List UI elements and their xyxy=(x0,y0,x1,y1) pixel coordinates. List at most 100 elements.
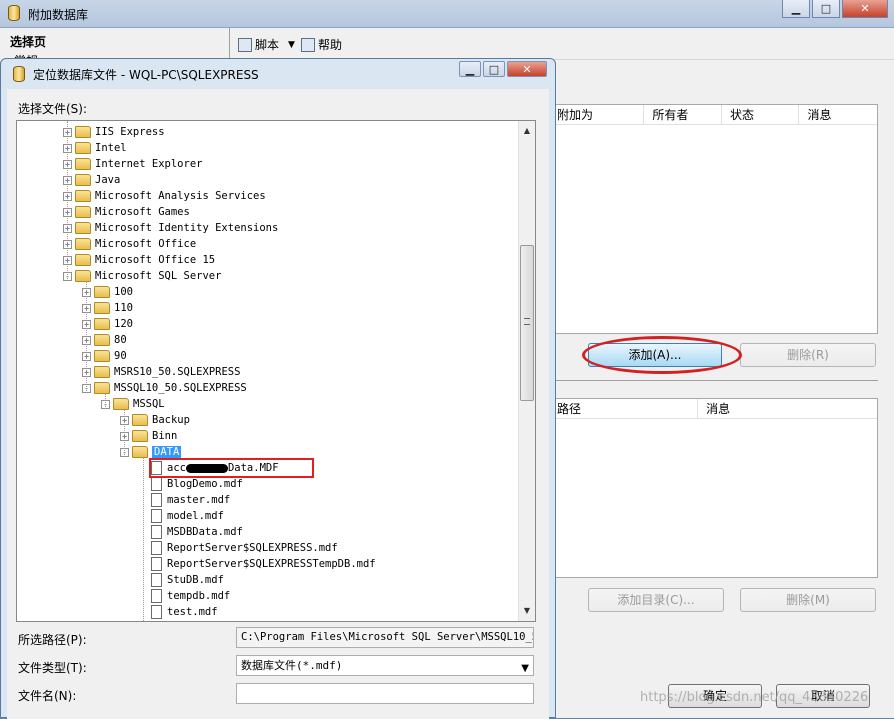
tree-folder-item[interactable]: + Backup xyxy=(120,412,190,428)
file-icon xyxy=(151,557,162,571)
tree-folder-item[interactable]: + Microsoft Games xyxy=(63,204,190,220)
select-page-header: 选择页 xyxy=(10,35,47,49)
tree-folder-item[interactable]: + Microsoft Office 15 xyxy=(63,252,215,268)
separator xyxy=(548,380,878,381)
tree-item-label: MSRS10_50.SQLEXPRESS xyxy=(114,366,241,378)
highlight-rectangle xyxy=(149,458,314,478)
help-button[interactable]: 帮助 xyxy=(300,36,342,53)
folder-icon xyxy=(132,446,148,458)
tree-folder-item[interactable]: + IIS Express xyxy=(63,124,165,140)
remove-button[interactable]: 删除(R) xyxy=(740,343,876,367)
column-path[interactable]: 路径 xyxy=(549,399,699,418)
databases-grid[interactable]: 附加为 所有者 状态 消息 xyxy=(548,104,878,334)
tree-file-item[interactable]: ReportServer$SQLEXPRESSTempDB.mdf xyxy=(139,556,376,572)
tree-item-label: MSDBData.mdf xyxy=(167,526,243,538)
tree-folder-item[interactable]: +90 xyxy=(82,348,127,364)
chevron-down-icon[interactable]: ▼ xyxy=(521,659,529,675)
file-icon xyxy=(151,509,162,523)
tree-item-label: ReportServer$SQLEXPRESS.mdf xyxy=(167,542,338,554)
file-name-input[interactable] xyxy=(236,683,534,704)
column-detail-message[interactable]: 消息 xyxy=(698,399,877,418)
folder-icon xyxy=(75,158,91,170)
tree-folder-item[interactable]: + Microsoft Analysis Services xyxy=(63,188,266,204)
tree-folder-item[interactable]: + Microsoft Office xyxy=(63,236,196,252)
tree-file-item[interactable]: model.mdf xyxy=(139,508,224,524)
script-button[interactable]: 脚本 ▼ xyxy=(238,36,295,53)
scroll-down-arrow[interactable]: ▼ xyxy=(519,603,535,619)
dialog-close-button[interactable]: ✕ xyxy=(507,61,547,77)
tree-folder-item[interactable]: +100 xyxy=(82,284,133,300)
column-status[interactable]: 状态 xyxy=(722,105,800,124)
tree-folder-item[interactable]: +110 xyxy=(82,300,133,316)
tree-item-label: Microsoft Office xyxy=(95,238,197,250)
details-grid[interactable]: 路径 消息 xyxy=(548,398,878,578)
scroll-thumb[interactable] xyxy=(520,245,534,401)
tree-item-label: Microsoft Analysis Services xyxy=(95,190,266,202)
selected-path-label: 所选路径(P): xyxy=(18,633,87,647)
tree-folder-item[interactable]: + MSRS10_50.SQLEXPRESS xyxy=(82,364,240,380)
folder-icon xyxy=(75,270,91,282)
file-icon xyxy=(151,525,162,539)
tree-folder-item[interactable]: - MSSQL xyxy=(101,396,165,412)
tree-scrollbar[interactable]: ▲ ▼ xyxy=(518,121,535,621)
tree-item-label: Binn xyxy=(152,430,178,442)
tree-file-item[interactable]: test.mdf xyxy=(139,604,218,620)
details-grid-header: 路径 消息 xyxy=(549,399,877,419)
database-icon xyxy=(8,5,20,21)
column-owner[interactable]: 所有者 xyxy=(644,105,722,124)
tree-folder-item[interactable]: +120 xyxy=(82,316,133,332)
tree-folder-item[interactable]: + Binn xyxy=(120,428,177,444)
folder-icon xyxy=(75,142,91,154)
watermark: https://blog.csdn.net/qq_43830226 xyxy=(640,690,869,705)
tree-item-label: tempdb.mdf xyxy=(167,590,231,602)
tree-item-label: 100 xyxy=(114,286,133,298)
folder-icon xyxy=(94,382,110,394)
minimize-button[interactable]: ▁ xyxy=(782,0,810,18)
tree-item-label: master.mdf xyxy=(167,494,231,506)
selected-path-field[interactable]: C:\Program Files\Microsoft SQL Server\MS… xyxy=(236,627,534,648)
tree-item-label: Internet Explorer xyxy=(95,158,203,170)
folder-icon xyxy=(94,366,110,378)
tree-file-item[interactable]: master.mdf xyxy=(139,492,230,508)
tree-item-label: Intel xyxy=(95,142,127,154)
tree-item-label: Microsoft Games xyxy=(95,206,190,218)
maximize-button[interactable]: □ xyxy=(812,0,840,18)
folder-icon xyxy=(94,334,110,346)
tree-file-item[interactable]: BlogDemo.mdf xyxy=(139,476,243,492)
script-icon xyxy=(238,37,252,52)
dialog-maximize-button[interactable]: □ xyxy=(483,61,505,77)
tree-folder-item[interactable]: + Microsoft Identity Extensions xyxy=(63,220,278,236)
file-icon xyxy=(151,493,162,507)
help-icon xyxy=(300,37,315,52)
tree-item-label: ReportServer$SQLEXPRESSTempDB.mdf xyxy=(167,558,376,570)
add-catalog-button[interactable]: 添加目录(C)... xyxy=(588,588,724,612)
column-attach-as[interactable]: 附加为 xyxy=(549,105,645,124)
database-icon xyxy=(13,66,25,82)
scroll-up-arrow[interactable]: ▲ xyxy=(519,123,535,139)
folder-icon xyxy=(75,254,91,266)
highlight-ellipse xyxy=(582,336,742,374)
tree-file-item[interactable]: MSDBData.mdf xyxy=(139,524,243,540)
tree-item-label: model.mdf xyxy=(167,510,224,522)
dialog-minimize-button[interactable]: ▁ xyxy=(459,61,481,77)
tree-item-label: BlogDemo.mdf xyxy=(167,478,243,490)
tree-folder-item[interactable]: + Intel xyxy=(63,140,127,156)
file-icon xyxy=(151,589,162,603)
tree-file-item[interactable]: ReportServer$SQLEXPRESS.mdf xyxy=(139,540,338,556)
folder-icon xyxy=(113,398,129,410)
column-message[interactable]: 消息 xyxy=(799,105,877,124)
tree-folder-item[interactable]: + Internet Explorer xyxy=(63,156,202,172)
chevron-down-icon[interactable]: ▼ xyxy=(288,40,295,50)
folder-icon xyxy=(94,318,110,330)
remove-catalog-button[interactable]: 删除(M) xyxy=(740,588,876,612)
tree-folder-item[interactable]: + Java xyxy=(63,172,120,188)
close-button[interactable]: ✕ xyxy=(842,0,888,18)
tree-folder-item[interactable]: +80 xyxy=(82,332,127,348)
tree-file-item[interactable]: StuDB.mdf xyxy=(139,572,224,588)
file-tree[interactable]: + IIS Express + Intel + Internet Explorer + Jav… xyxy=(16,120,536,622)
tree-file-item[interactable]: tempdb.mdf xyxy=(139,588,230,604)
folder-icon xyxy=(75,174,91,186)
tree-folder-item[interactable]: - MSSQL10_50.SQLEXPRESS xyxy=(82,380,247,396)
tree-item-label: MSSQL10_50.SQLEXPRESS xyxy=(114,382,247,394)
file-type-select[interactable]: 数据库文件(*.mdf) ▼ xyxy=(236,655,534,676)
